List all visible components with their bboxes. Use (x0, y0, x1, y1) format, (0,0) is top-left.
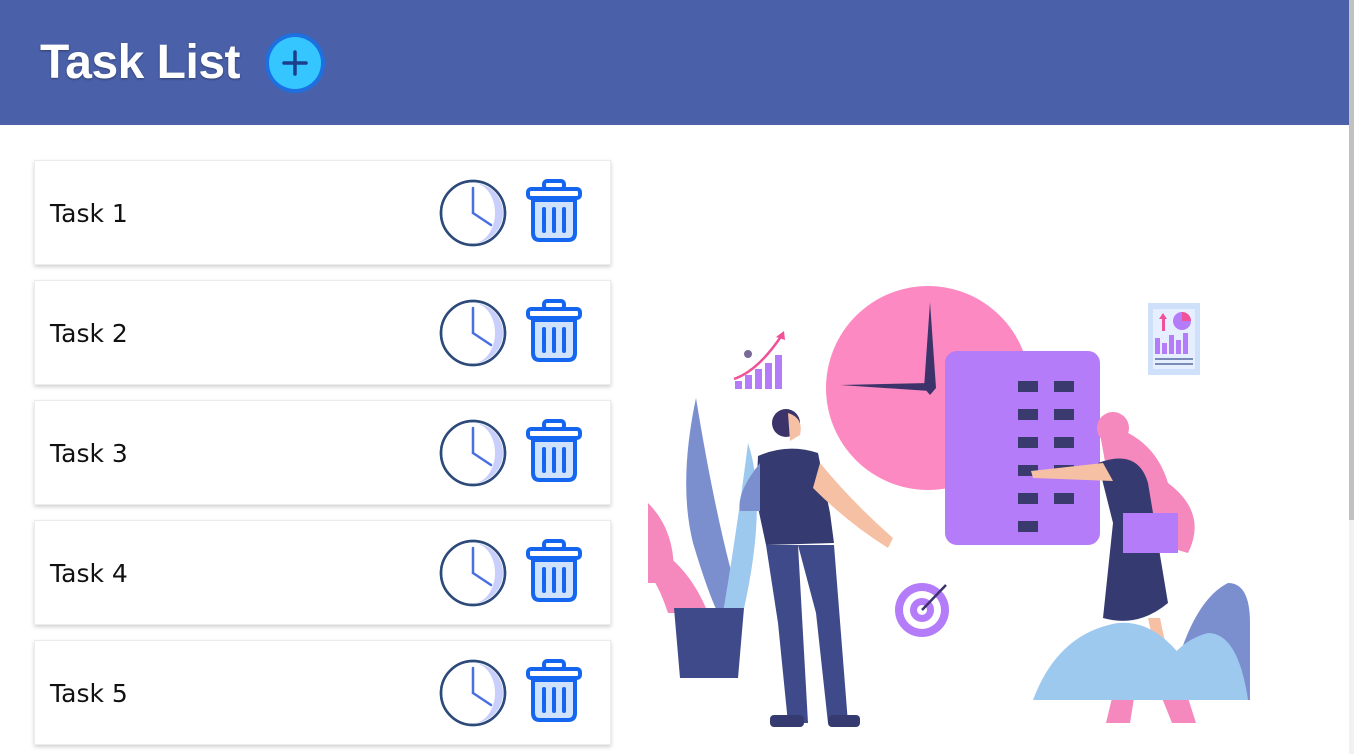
delete-task-button[interactable] (525, 419, 583, 483)
trash-icon (526, 659, 582, 722)
task-item: Task 3 (34, 400, 611, 505)
task-label: Task 4 (50, 559, 128, 588)
growth-chart-icon (733, 331, 785, 389)
task-list: Task 1 Task 2 Task 3 Task 4 Task 5 (34, 160, 611, 754)
time-management-illustration (648, 283, 1250, 733)
report-icon (1148, 303, 1200, 375)
task-label: Task 2 (50, 319, 128, 348)
target-icon (895, 583, 949, 637)
plus-icon (282, 50, 308, 76)
set-reminder-button[interactable] (438, 538, 508, 608)
delete-task-button[interactable] (525, 659, 583, 723)
clock-icon (439, 299, 507, 367)
set-reminder-button[interactable] (438, 178, 508, 248)
clock-icon (439, 539, 507, 607)
set-reminder-button[interactable] (438, 658, 508, 728)
delete-task-button[interactable] (525, 299, 583, 363)
trash-icon (526, 539, 582, 602)
app-header: Task List (0, 0, 1349, 125)
task-item: Task 1 (34, 160, 611, 265)
trash-icon (526, 419, 582, 482)
page-scrollbar[interactable] (1349, 0, 1354, 754)
clock-icon (439, 419, 507, 487)
task-item: Task 2 (34, 280, 611, 385)
add-task-button[interactable] (265, 33, 325, 93)
scrollbar-thumb[interactable] (1349, 0, 1354, 520)
set-reminder-button[interactable] (438, 298, 508, 368)
clock-icon (439, 179, 507, 247)
delete-task-button[interactable] (525, 539, 583, 603)
set-reminder-button[interactable] (438, 418, 508, 488)
task-item: Task 4 (34, 520, 611, 625)
delete-task-button[interactable] (525, 179, 583, 243)
task-label: Task 1 (50, 199, 128, 228)
task-label: Task 5 (50, 679, 128, 708)
trash-icon (526, 299, 582, 362)
task-label: Task 3 (50, 439, 128, 468)
clock-icon (439, 659, 507, 727)
page-title: Task List (40, 36, 241, 89)
task-item: Task 5 (34, 640, 611, 745)
trash-icon (526, 179, 582, 242)
